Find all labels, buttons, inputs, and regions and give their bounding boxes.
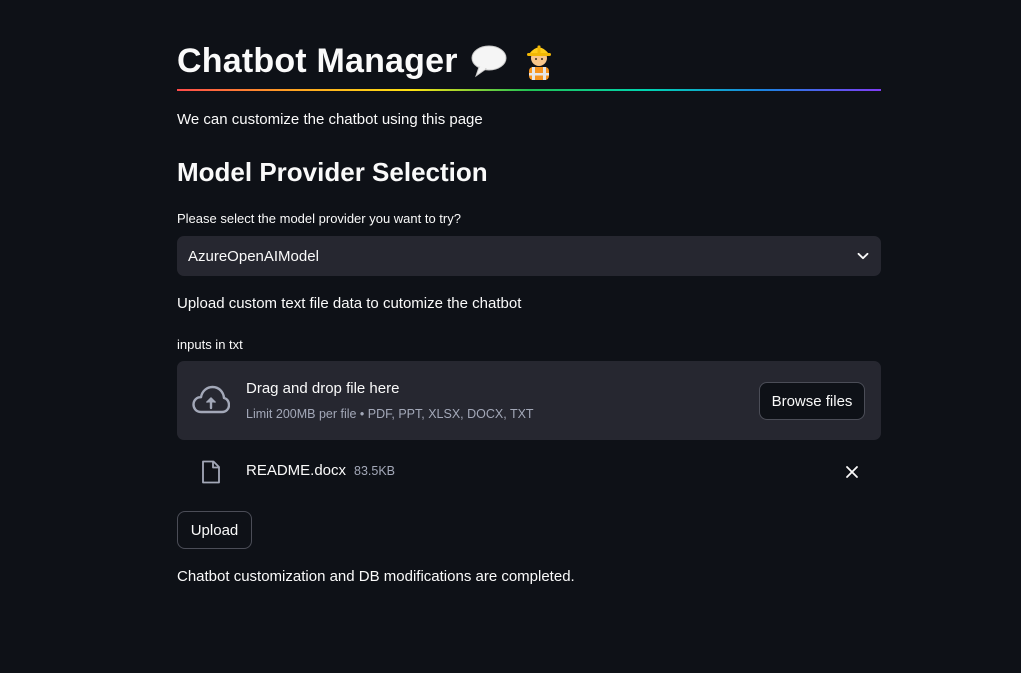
dropzone-title: Drag and drop file here bbox=[246, 380, 400, 397]
file-icon bbox=[202, 460, 220, 484]
construction-worker-icon bbox=[526, 45, 551, 80]
chevron-down-icon bbox=[857, 252, 869, 260]
uploaded-file-size: 83.5KB bbox=[354, 464, 396, 478]
title-row: Chatbot Manager bbox=[177, 36, 558, 86]
rainbow-divider bbox=[177, 89, 881, 91]
file-dropzone[interactable]: Drag and drop file here Limit 200MB per … bbox=[177, 361, 881, 440]
upload-button[interactable]: Upload bbox=[177, 511, 252, 549]
intro-text: We can customize the chatbot using this … bbox=[177, 111, 483, 128]
uploaded-file-item: README.docx 83.5KB bbox=[177, 452, 881, 492]
speech-balloon-icon bbox=[471, 45, 507, 78]
model-provider-select-label: Please select the model provider you wan… bbox=[177, 211, 461, 226]
model-provider-select[interactable]: AzureOpenAIModel bbox=[177, 236, 881, 276]
dropzone-limit-text: Limit 200MB per file • PDF, PPT, XLSX, D… bbox=[246, 407, 534, 421]
uploaded-file-name: README.docx bbox=[246, 462, 347, 479]
cloud-upload-icon bbox=[192, 385, 230, 414]
close-icon[interactable] bbox=[845, 465, 859, 479]
status-message: Chatbot customization and DB modificatio… bbox=[177, 568, 575, 585]
file-uploader-label: inputs in txt bbox=[177, 337, 243, 352]
page-title: Chatbot Manager bbox=[177, 41, 458, 80]
upload-description: Upload custom text file data to cutomize… bbox=[177, 295, 522, 312]
section-heading-model-provider: Model Provider Selection bbox=[177, 157, 488, 187]
model-provider-selected-value: AzureOpenAIModel bbox=[188, 247, 319, 265]
browse-files-button[interactable]: Browse files bbox=[759, 382, 865, 420]
